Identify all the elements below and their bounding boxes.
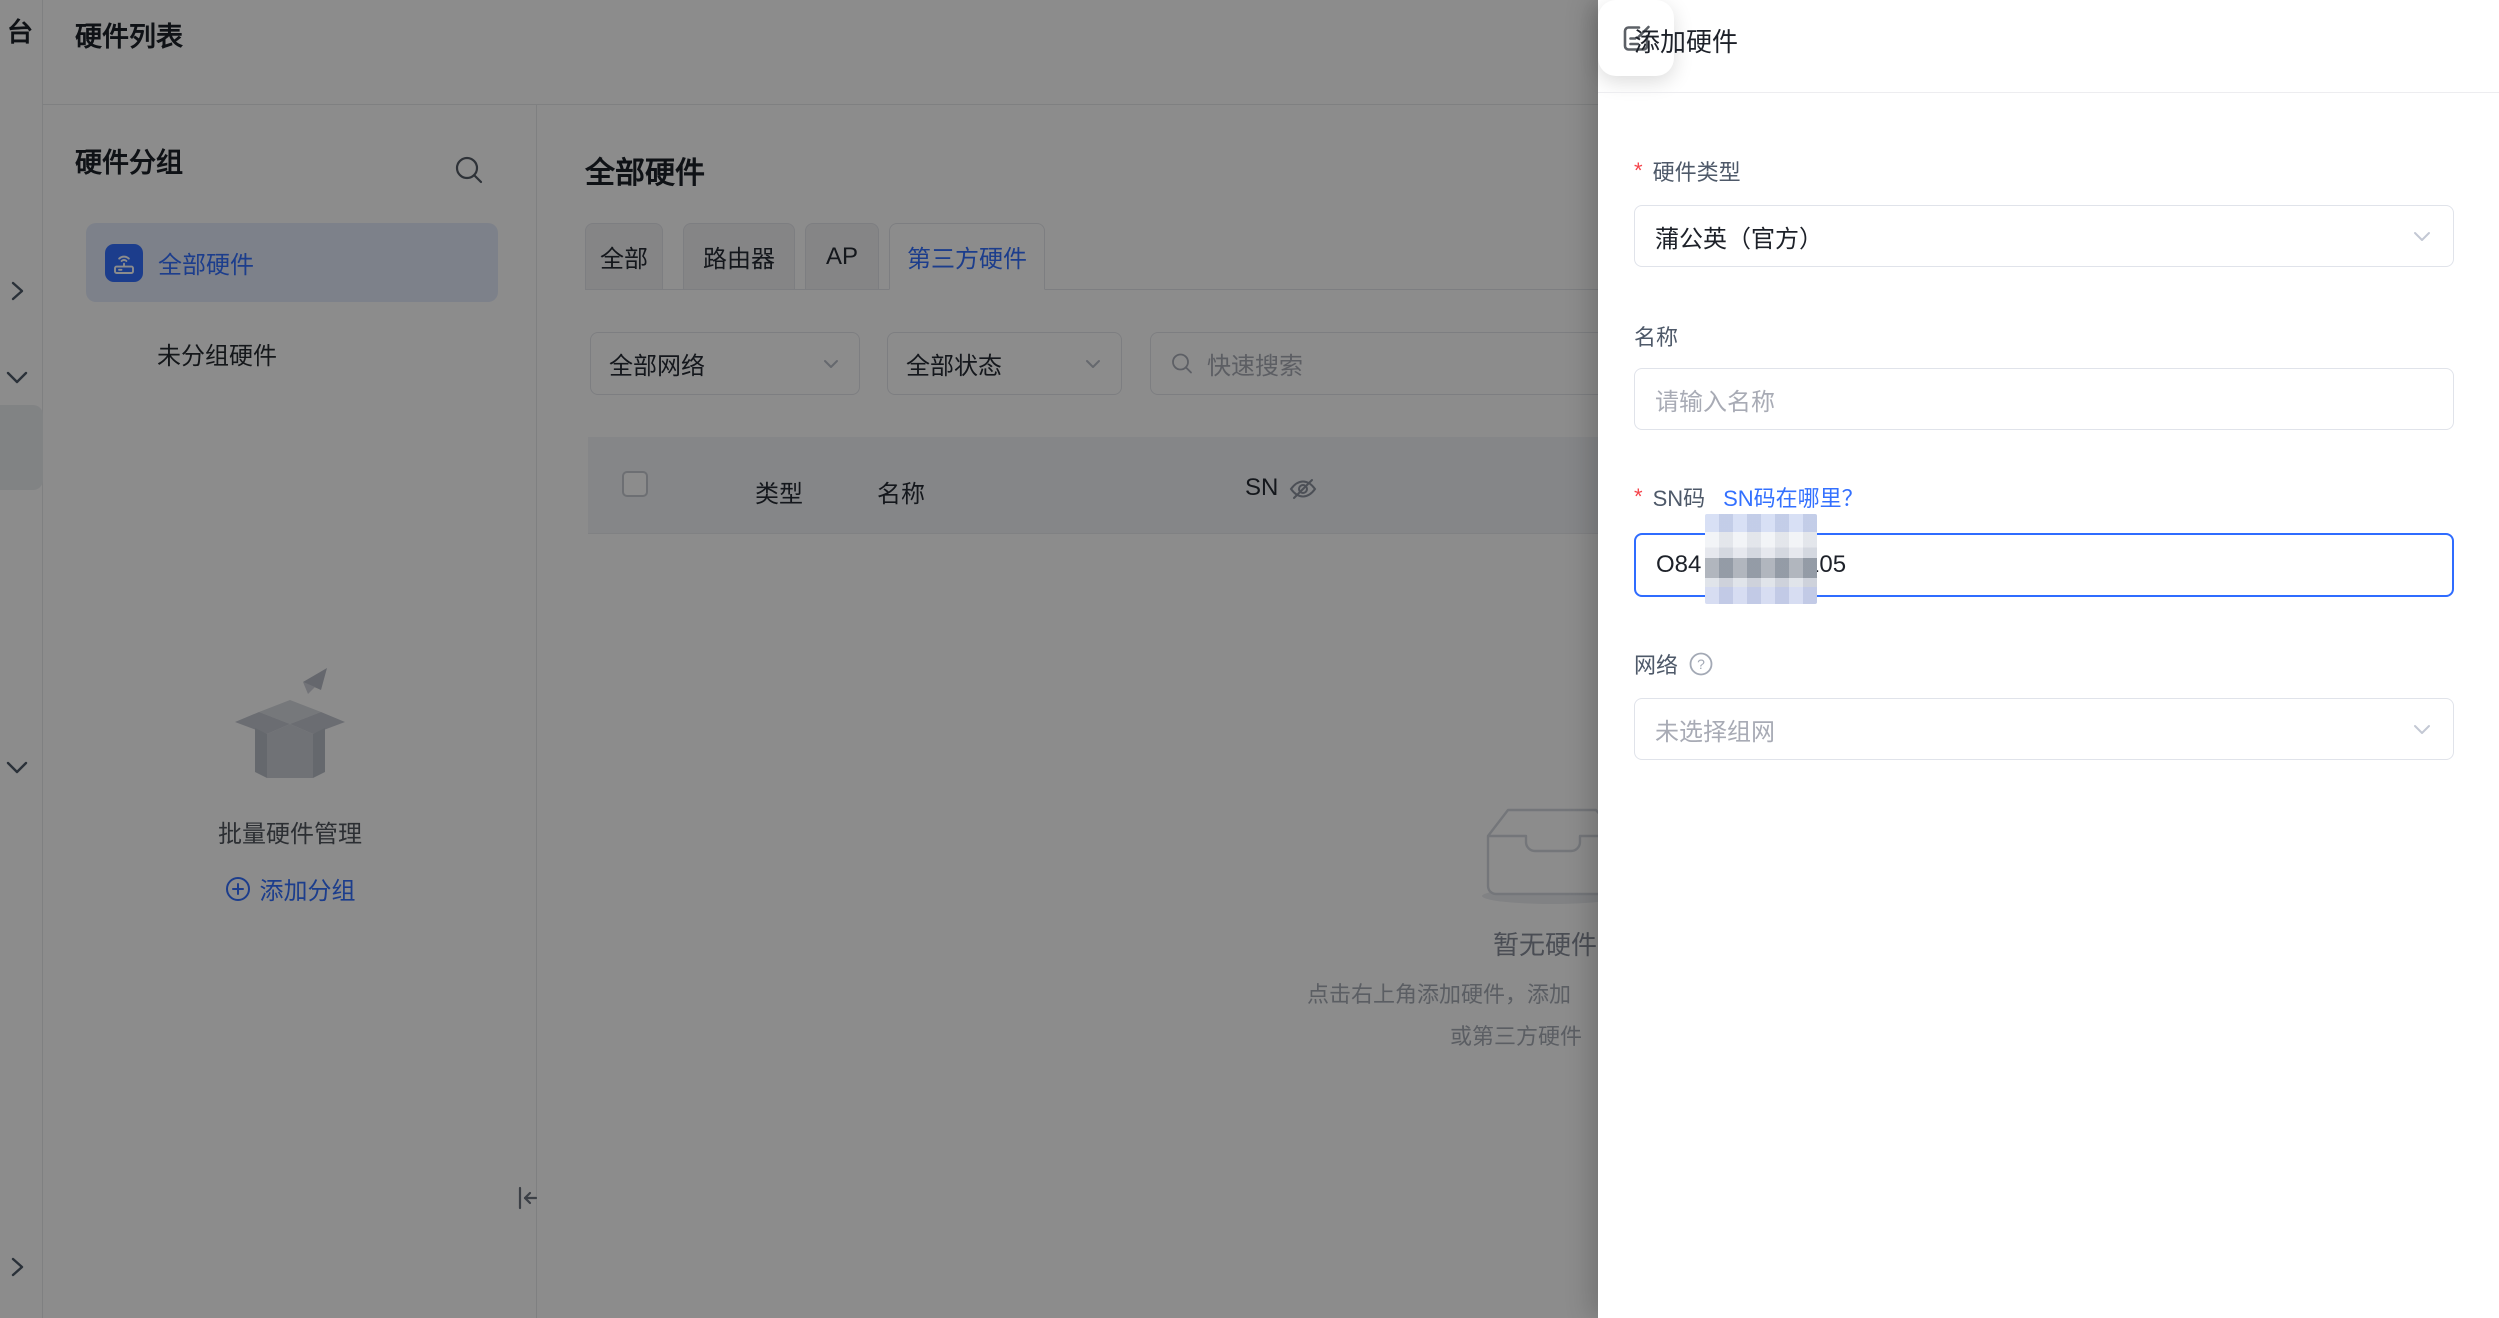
network-placeholder: 未选择组网 (1655, 712, 1775, 747)
network-select[interactable]: 未选择组网 (1634, 698, 2454, 760)
sn-value-prefix: O84 (1656, 551, 1701, 579)
sn-censor-mosaic (1705, 514, 1817, 604)
name-label: 名称 (1634, 320, 1678, 352)
question-circle-icon[interactable]: ? (1688, 651, 1714, 677)
required-asterisk: * (1634, 484, 1643, 510)
chevron-down-icon (2411, 225, 2433, 247)
field-label-name: 名称 (1634, 320, 1678, 352)
hardware-type-value: 蒲公英（官方） (1655, 219, 1823, 254)
field-label-network: 网络 ? (1634, 648, 1714, 680)
field-label-hardware-type: * 硬件类型 (1634, 155, 1741, 187)
network-label: 网络 (1634, 648, 1678, 680)
drawer-header: 添加硬件 (1598, 0, 2499, 93)
hardware-type-label: 硬件类型 (1653, 155, 1741, 187)
chevron-down-icon (2411, 718, 2433, 740)
hardware-type-select[interactable]: 蒲公英（官方） (1634, 205, 2454, 267)
name-input[interactable]: 请输入名称 (1634, 368, 2454, 430)
name-placeholder: 请输入名称 (1655, 382, 1775, 417)
svg-text:?: ? (1697, 656, 1705, 672)
drawer-title: 添加硬件 (1634, 22, 1738, 59)
sn-where-link[interactable]: SN码在哪里？ (1723, 481, 1864, 513)
required-asterisk: * (1634, 158, 1643, 184)
sn-label: SN码 (1653, 481, 1706, 513)
field-label-sn: * SN码 SN码在哪里？ (1634, 481, 1864, 513)
add-hardware-drawer: 添加硬件 * 硬件类型 蒲公英（官方） 名称 请输入名称 * SN码 SN码在哪… (1598, 0, 2499, 1318)
